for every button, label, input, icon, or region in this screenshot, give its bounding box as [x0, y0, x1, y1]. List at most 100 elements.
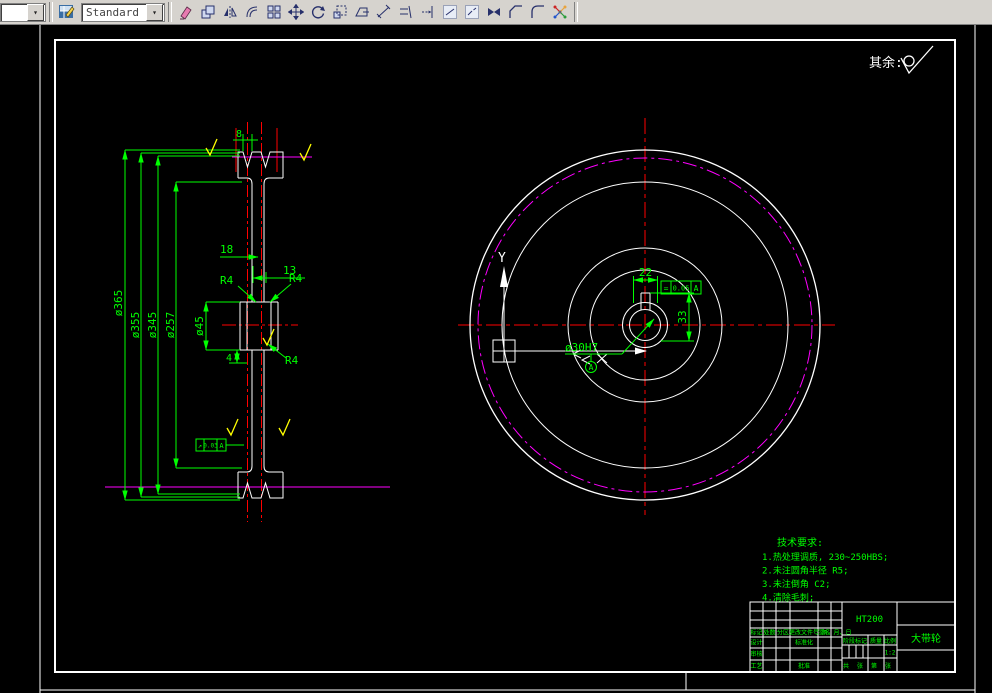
tb-label: 比例 [884, 637, 896, 645]
dim-label: R4 [285, 354, 299, 367]
move-icon [288, 4, 304, 20]
dim-label: 4 [226, 353, 232, 364]
tb-header: 标记 [750, 629, 762, 637]
datum-label: A [589, 363, 594, 372]
tech-req-item: 2.未注圆角半径 R5; [762, 565, 849, 577]
fcf-symbol: ↗ [198, 442, 202, 450]
right-view: Y 22 33 ø30H7 A = 0.05 A [458, 118, 835, 515]
tech-requirements: 技术要求: 1.热处理调质, 230~250HBS; 2.未注圆角半径 R5; … [762, 536, 888, 604]
offset-button[interactable] [241, 1, 263, 23]
tb-header: 更改文件号 [789, 629, 819, 637]
erase-button[interactable] [175, 1, 197, 23]
right-view-dim-labels: 22 33 ø30H7 A [565, 266, 689, 372]
dim-label: ø45 [193, 316, 206, 336]
dim-label: ø345 [146, 312, 159, 339]
chevron-down-icon[interactable]: ▾ [27, 3, 44, 21]
break-at-point-icon [443, 5, 457, 19]
dim-label: R4 [289, 272, 303, 285]
roughness-icon [262, 328, 275, 347]
erase-icon [180, 6, 192, 20]
roughness-icon [900, 45, 934, 75]
left-partial-combo[interactable]: ▾ [0, 2, 46, 22]
roughness-icons [205, 138, 312, 437]
style-combo[interactable]: Standard ▾ [81, 2, 165, 22]
break-at-point-button[interactable] [439, 1, 461, 23]
extend-icon [422, 6, 433, 18]
rotate-button[interactable] [307, 1, 329, 23]
roughness-icon [278, 418, 291, 437]
material-value: HT200 [856, 615, 883, 625]
dim-label: 22 [639, 266, 652, 279]
drawing-frame [39, 25, 976, 693]
tech-req-title: 技术要求: [777, 536, 823, 549]
copy-button[interactable] [197, 1, 219, 23]
offset-icon [246, 6, 258, 18]
explode-icon [553, 5, 567, 19]
explode-button[interactable] [549, 1, 571, 23]
tb-sheet: 张 [857, 662, 863, 670]
scale-button[interactable] [329, 1, 351, 23]
extend-button[interactable] [417, 1, 439, 23]
move-button[interactable] [285, 1, 307, 23]
chevron-down-icon[interactable]: ▾ [146, 3, 163, 21]
break-icon [465, 5, 479, 19]
array-button[interactable] [263, 1, 285, 23]
stretch-icon [355, 7, 369, 17]
drawing-canvas[interactable]: 其余: ø365 ø355 ø345 ø257 ø45 18 13 8 4 R4… [0, 25, 992, 693]
left-view-fcf: ↗ 0.03 A [195, 438, 227, 452]
tech-req-item: 3.未注倒角 C2; [762, 578, 831, 590]
title-block: HT200 大带轮 标记 处数 分区 更改文件号 签名 年、月、日 设计 标准化… [749, 601, 956, 673]
tb-label: 质量 [870, 637, 882, 645]
chamfer-button[interactable] [505, 1, 527, 23]
dim-label: R4 [220, 274, 234, 287]
fillet-button[interactable] [527, 1, 549, 23]
dim-label: 18 [220, 243, 233, 256]
rotate-icon [311, 6, 325, 19]
tb-role: 标准化 [795, 639, 813, 647]
join-button[interactable] [483, 1, 505, 23]
tb-role: 工艺 [750, 662, 762, 670]
surface-note-label: 其余: [869, 55, 903, 71]
toolbar: ▾ Standard ▾ [0, 0, 992, 25]
fillet-icon [531, 5, 544, 18]
fcf-datum: A [694, 284, 699, 293]
mirror-icon [224, 6, 237, 18]
tb-sheet: 共 [843, 662, 849, 670]
tb-role: 设计 [750, 639, 762, 647]
toolbar-separator [574, 2, 578, 22]
t-sheet: 第 [871, 662, 877, 670]
toolbar-separator [49, 2, 53, 22]
join-icon [488, 8, 500, 16]
chamfer-icon [509, 5, 522, 18]
tb-sheet: 张 [885, 662, 891, 670]
tb-scale-value: 1:2 [885, 650, 896, 657]
autocad-window: { "toolbar": { "style_value": "Standard"… [0, 0, 992, 693]
array-icon [267, 5, 281, 19]
fcf-datum: A [219, 442, 224, 450]
left-view: ø365 ø355 ø345 ø257 ø45 18 13 8 4 R4 R4 … [105, 122, 390, 522]
tb-header: 年、月、日 [821, 629, 851, 637]
surface-note: 其余: [869, 45, 934, 75]
tb-header: 分区 [777, 629, 789, 637]
scale-icon [333, 5, 347, 19]
dim-label: 33 [676, 310, 689, 323]
style-combo-value: Standard [86, 5, 139, 19]
part-name: 大带轮 [911, 632, 941, 645]
dim-label: ø257 [164, 312, 177, 339]
roughness-icon [226, 418, 239, 437]
roughness-icon [299, 143, 312, 162]
fcf-value: 0.05 [673, 285, 690, 293]
bore-dim-label: ø30H7 [565, 341, 598, 354]
trim-button[interactable] [395, 1, 417, 23]
toolbar-separator [168, 2, 172, 22]
modify-toolbar [175, 1, 571, 23]
tb-label: 阶段标记 [843, 637, 867, 645]
stretch-button[interactable] [351, 1, 373, 23]
dim-label: ø355 [129, 312, 142, 339]
dim-label: ø365 [112, 290, 125, 317]
mirror-button[interactable] [219, 1, 241, 23]
fcf-value: 0.03 [203, 443, 218, 450]
break-button[interactable] [461, 1, 483, 23]
layer-properties-button[interactable] [56, 1, 78, 23]
lengthen-button[interactable] [373, 1, 395, 23]
